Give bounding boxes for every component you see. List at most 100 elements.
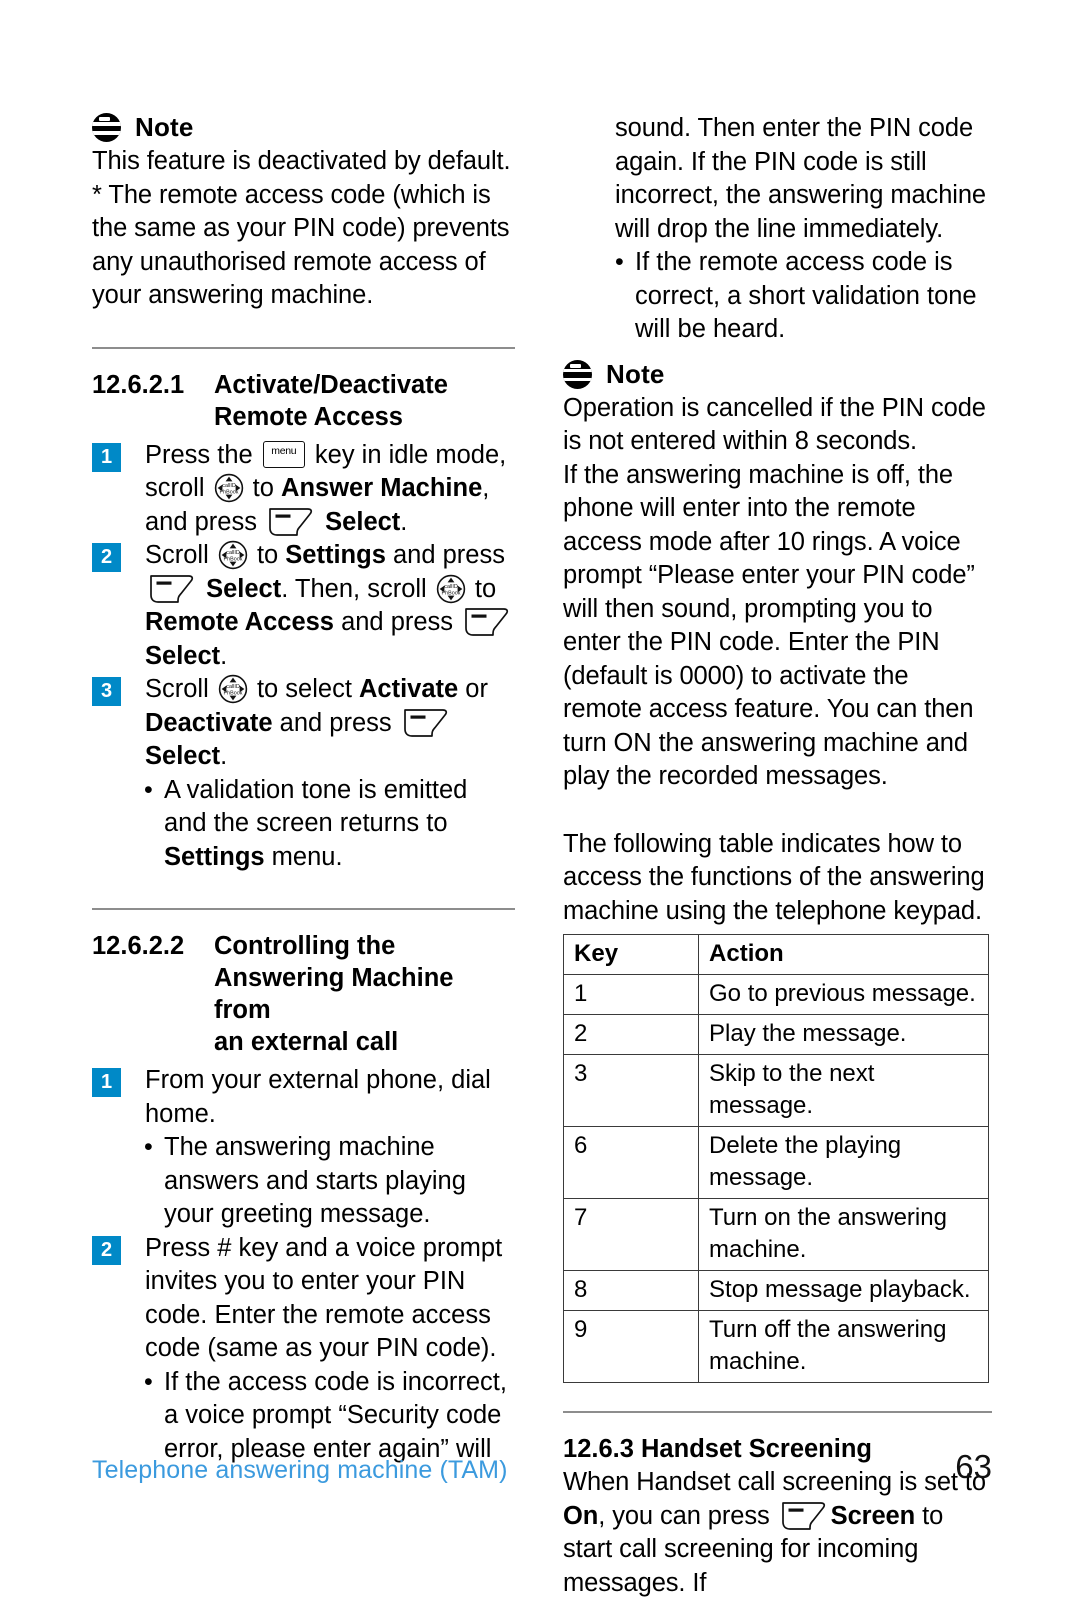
step-badge: 1 bbox=[92, 1068, 121, 1097]
step-text: From your external phone, dial home. bbox=[145, 1066, 491, 1128]
table-header-key: Key bbox=[563, 934, 700, 975]
svg-text:callID: callID bbox=[444, 584, 458, 590]
step-text-fragment: and press bbox=[385, 541, 505, 569]
step-text-fragment: to bbox=[245, 474, 282, 502]
setting-value-on: On bbox=[563, 1501, 599, 1530]
bullet-dot-icon: • bbox=[144, 1133, 153, 1161]
manual-page: Note This feature is deactivated by defa… bbox=[0, 0, 1080, 1597]
bullet-text: The answering machine answers and starts… bbox=[164, 1133, 466, 1228]
scroll-key-icon: callID PhBook bbox=[218, 674, 248, 704]
table-cell-action: Play the message. bbox=[698, 1014, 990, 1055]
note-block-right: Note Operation is cancelled if the PIN c… bbox=[563, 359, 992, 794]
step-text-fragment: . bbox=[400, 507, 408, 536]
step-text-fragment: . bbox=[220, 742, 228, 770]
section-title-line-2: Answering Machine from bbox=[214, 964, 454, 1024]
bullet-dot-icon: • bbox=[615, 248, 624, 276]
step-item: 1 Press the menu key in idle mode, scrol… bbox=[92, 439, 515, 540]
step-text-fragment: or bbox=[458, 675, 488, 703]
table-cell-action: Stop message playback. bbox=[698, 1270, 990, 1311]
note-title: Note bbox=[135, 112, 194, 142]
step-text-fragment: and press bbox=[272, 708, 399, 737]
note-block-left: Note This feature is deactivated by defa… bbox=[92, 112, 515, 313]
scroll-key-icon: callID PhBook bbox=[218, 540, 248, 570]
page-footer: Telephone answering machine (TAM) 63 bbox=[92, 1448, 992, 1486]
soft-key-icon bbox=[402, 707, 450, 739]
step-item: 2 Scroll callID PhBook to Settings and p bbox=[92, 539, 515, 673]
menu-item-answer-machine: Answer Machine bbox=[281, 474, 483, 502]
svg-text:PhBook: PhBook bbox=[219, 490, 238, 496]
handset-screening-paragraph: When Handset call screening is set to On… bbox=[563, 1466, 992, 1600]
table-cell-key: 6 bbox=[563, 1126, 700, 1199]
bullet-dot-icon: • bbox=[144, 775, 153, 804]
table-cell-key: 7 bbox=[563, 1198, 700, 1271]
table-row: 2 Play the message. bbox=[563, 1014, 990, 1055]
step-text-fragment: and press bbox=[333, 608, 461, 636]
table-row: 1 Go to previous message. bbox=[563, 974, 990, 1015]
table-row: 9 Turn off the answering machine. bbox=[563, 1310, 990, 1383]
section-title-line-2: Remote Access bbox=[214, 402, 403, 431]
menu-item-activate: Activate bbox=[359, 675, 459, 703]
scroll-key-icon: callID PhBook bbox=[436, 574, 466, 604]
note-header: Note bbox=[563, 359, 992, 390]
table-cell-key: 3 bbox=[563, 1054, 700, 1127]
softkey-label-select: Select bbox=[199, 574, 282, 603]
table-cell-action: Turn off the answering machine. bbox=[698, 1310, 990, 1383]
soft-key-icon bbox=[267, 506, 315, 538]
table-cell-key: 9 bbox=[563, 1310, 700, 1383]
note-header: Note bbox=[92, 112, 515, 143]
footer-running-title: Telephone answering machine (TAM) bbox=[92, 1456, 508, 1484]
section-heading-12-6-2-1: 12.6.2.1 Activate/Deactivate Remote Acce… bbox=[92, 369, 515, 433]
step-item: 3 Scroll callID PhBook to select Activat bbox=[92, 673, 515, 774]
step-text-fragment: . Then, scroll bbox=[281, 574, 434, 603]
table-cell-key: 8 bbox=[563, 1270, 700, 1311]
table-cell-action: Go to previous message. bbox=[698, 974, 990, 1015]
section-number: 12.6.2.2 bbox=[92, 932, 185, 960]
softkey-label-select: Select bbox=[318, 507, 401, 536]
step-text: Press the menu key in idle mode, scroll … bbox=[145, 439, 515, 540]
step-text-fragment: to bbox=[467, 574, 497, 603]
table-header-action: Action bbox=[698, 934, 990, 975]
svg-text:PhBook: PhBook bbox=[223, 691, 242, 697]
soft-key-icon bbox=[148, 573, 196, 605]
section-title-line-3: an external call bbox=[214, 1028, 399, 1056]
scroll-key-icon: callID PhBook bbox=[214, 473, 244, 503]
table-row: 8 Stop message playback. bbox=[563, 1270, 990, 1311]
bullet-text-fragment: A validation tone is emitted and the scr… bbox=[164, 775, 468, 838]
svg-text:callID: callID bbox=[226, 684, 240, 690]
soft-key-icon bbox=[463, 606, 511, 638]
key-action-table: Key Action 1 Go to previous message. 2 P… bbox=[563, 934, 990, 1383]
menu-item-deactivate: Deactivate bbox=[145, 708, 273, 737]
note-line-1: This feature is deactivated by default. bbox=[92, 147, 511, 175]
table-cell-action: Delete the playing message. bbox=[698, 1126, 990, 1199]
bullet-dot-icon: • bbox=[144, 1367, 153, 1396]
step-text-fragment: . bbox=[220, 641, 228, 670]
step-text-fragment: Scroll bbox=[145, 675, 216, 703]
step-text-fragment: Scroll bbox=[145, 541, 216, 569]
softkey-label-select: Select bbox=[145, 742, 221, 770]
section-title-line-1: Controlling the bbox=[214, 932, 396, 960]
note-line-2: * The remote access code (which is the s… bbox=[92, 180, 510, 310]
soft-key-icon bbox=[780, 1500, 828, 1532]
svg-text:callID: callID bbox=[222, 483, 236, 489]
menu-item-settings: Settings bbox=[164, 842, 265, 871]
step-text-fragment: to select bbox=[249, 675, 359, 703]
table-cell-action: Turn on the answering machine. bbox=[698, 1198, 990, 1271]
table-row: 6 Delete the playing message. bbox=[563, 1126, 990, 1199]
table-cell-key: 1 bbox=[563, 974, 700, 1015]
bullet-text: If the remote access code is correct, a … bbox=[635, 248, 977, 343]
continued-paragraph: sound. Then enter the PIN code again. If… bbox=[615, 114, 986, 243]
table-cell-key: 2 bbox=[563, 1014, 700, 1055]
step-text: Scroll callID PhBook to Settings and pre… bbox=[145, 539, 515, 673]
step-text-fragment: to bbox=[249, 541, 286, 569]
step-text: Scroll callID PhBook to select Activate … bbox=[145, 673, 515, 774]
menu-key-label: menu bbox=[271, 444, 297, 457]
section-title-line-1: Activate/Deactivate bbox=[214, 370, 448, 399]
softkey-label-screen: Screen bbox=[830, 1501, 916, 1530]
paragraph-fragment: , you can press bbox=[598, 1501, 777, 1530]
note-line-2: If the answering machine is off, the pho… bbox=[563, 460, 975, 791]
bullet-text: A validation tone is emitted and the scr… bbox=[164, 774, 515, 875]
bullet-item: • A validation tone is emitted and the s… bbox=[92, 774, 515, 875]
table-cell-action: Skip to the next message. bbox=[698, 1054, 990, 1127]
left-column: Note This feature is deactivated by defa… bbox=[92, 112, 516, 1600]
menu-key-icon: menu bbox=[262, 440, 305, 468]
